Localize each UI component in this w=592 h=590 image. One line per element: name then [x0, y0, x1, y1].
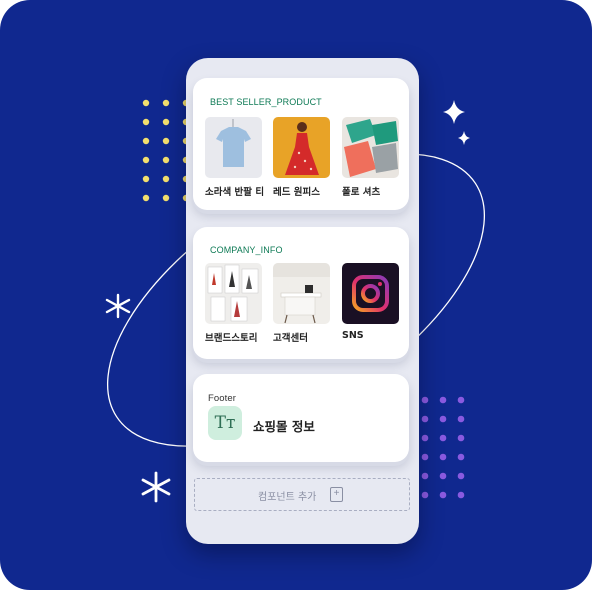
purple-dot-grid [421, 396, 465, 499]
sparkle-small-icon [458, 131, 470, 145]
hero-illustration: BEST SELLER_PRODUCT 소라색 반팔 티 레드 원피스 폴로 셔… [0, 0, 592, 590]
product-caption: 레드 원피스 [273, 187, 321, 198]
footer-label: Footer [208, 393, 237, 404]
add-component-label: 컴포넌트 추가 [258, 492, 317, 503]
info-caption: 고객센터 [273, 333, 308, 344]
plus-square-icon: + [330, 487, 343, 502]
phone-mockup: BEST SELLER_PRODUCT 소라색 반팔 티 레드 원피스 폴로 셔… [186, 58, 419, 544]
sparkle-icon [443, 100, 465, 124]
best-seller-card[interactable]: BEST SELLER_PRODUCT 소라색 반팔 티 레드 원피스 폴로 셔… [193, 78, 409, 210]
asterisk-icon [105, 293, 131, 319]
reception-desk-image[interactable] [273, 263, 330, 324]
text-icon: Tт [208, 406, 242, 440]
blue-tshirt-image[interactable] [205, 117, 262, 178]
add-component-button[interactable]: 컴포넌트 추가 + [194, 478, 410, 511]
company-info-label: COMPANY_INFO [210, 245, 283, 255]
company-info-card[interactable]: COMPANY_INFO 브랜드스토리 고객센터 SNS [193, 227, 409, 359]
footer-card[interactable]: Footer Tт 쇼핑몰 정보 [193, 374, 409, 462]
footer-title: 쇼핑몰 정보 [253, 419, 315, 434]
info-caption: 브랜드스토리 [205, 333, 258, 344]
instagram-logo-image[interactable] [342, 263, 399, 324]
yellow-dot-grid [142, 99, 190, 202]
asterisk-large-icon [141, 471, 171, 503]
product-caption: 소라색 반팔 티 [205, 187, 265, 198]
polo-shirts-image[interactable] [342, 117, 399, 178]
best-seller-label: BEST SELLER_PRODUCT [210, 97, 322, 107]
red-dress-image[interactable] [273, 117, 330, 178]
info-caption: SNS [342, 330, 364, 341]
fashion-sketches-image[interactable] [205, 263, 262, 324]
product-caption: 폴로 셔츠 [342, 187, 381, 198]
